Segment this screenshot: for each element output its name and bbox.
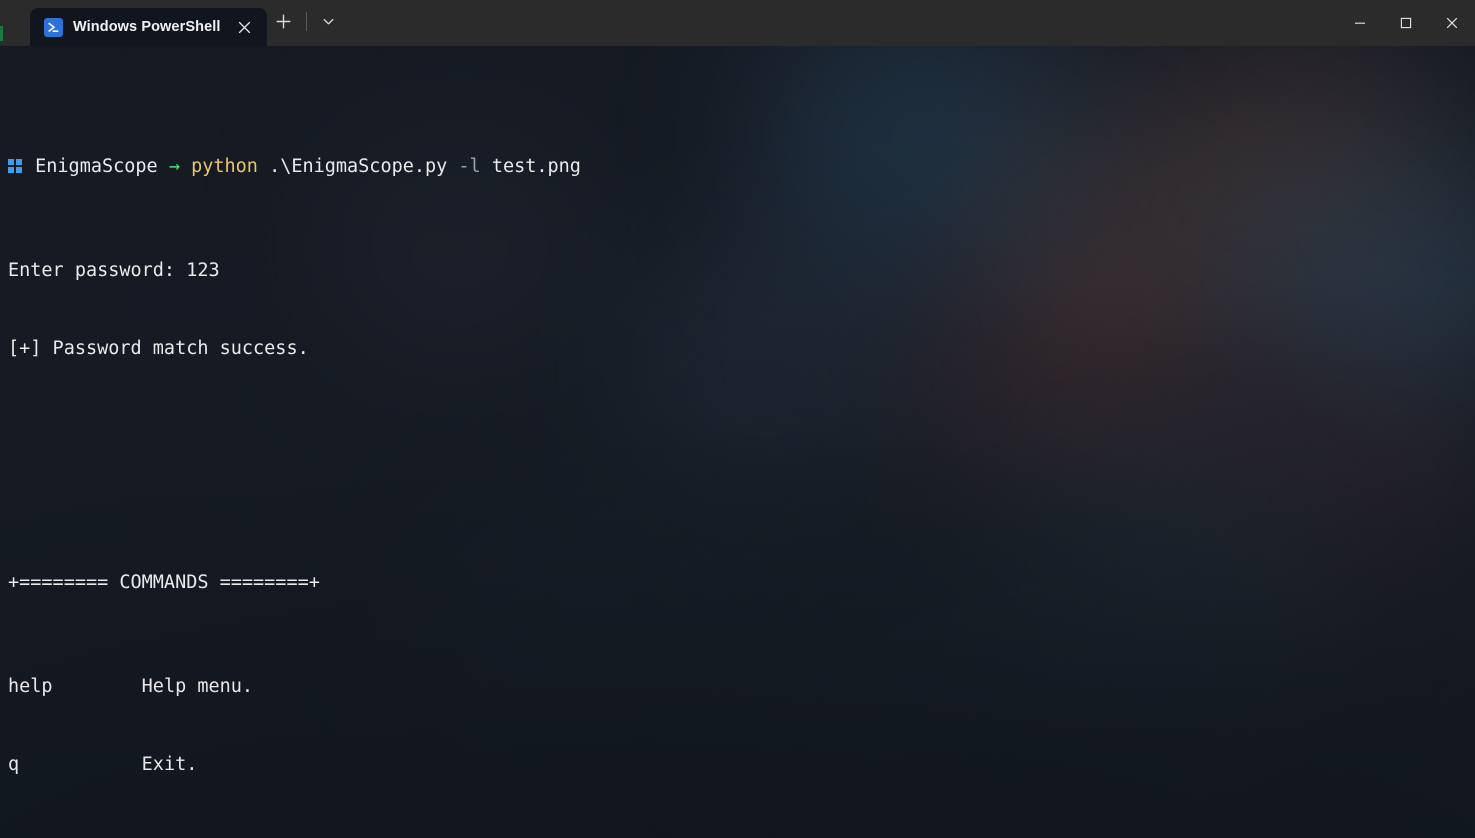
- command-name: help: [8, 676, 53, 697]
- window-edge-accent: [0, 26, 3, 41]
- prompt-arrow-icon: →: [168, 156, 180, 177]
- prompt-directory: EnigmaScope: [35, 156, 158, 177]
- powershell-window: Windows PowerShell EnigmaScope → python …: [0, 0, 1475, 838]
- title-bar: Windows PowerShell: [0, 0, 1475, 46]
- terminal-output: EnigmaScope → python .\EnigmaScope.py -l…: [0, 46, 1475, 838]
- toolbar-divider: [305, 11, 307, 31]
- command-desc: Exit.: [141, 754, 198, 775]
- terminal-surface[interactable]: EnigmaScope → python .\EnigmaScope.py -l…: [0, 46, 1475, 838]
- powershell-icon: [44, 17, 63, 37]
- close-tab-icon[interactable]: [231, 13, 259, 41]
- command-desc: Help menu.: [141, 676, 254, 697]
- tab-strip: Windows PowerShell: [0, 0, 346, 46]
- command-row-q: q Exit.: [8, 752, 1475, 778]
- command-name: q: [8, 754, 20, 775]
- command-script: .\EnigmaScope.py: [269, 156, 448, 177]
- tab-windows-powershell[interactable]: Windows PowerShell: [30, 8, 267, 46]
- command-argument: test.png: [491, 156, 581, 177]
- prompt-command-line: EnigmaScope → python .\EnigmaScope.py -l…: [8, 154, 1475, 180]
- command-flag: -l: [458, 156, 481, 177]
- password-result-line: [+] Password match success.: [8, 338, 309, 359]
- minimize-icon[interactable]: [1337, 0, 1383, 46]
- close-window-icon[interactable]: [1429, 0, 1475, 46]
- maximize-icon[interactable]: [1383, 0, 1429, 46]
- command-executable: python: [191, 156, 258, 177]
- command-row-help: help Help menu.: [8, 674, 1475, 700]
- tab-title: Windows PowerShell: [73, 19, 221, 35]
- tab-controls: [267, 0, 346, 46]
- password-prompt-line: Enter password: 123: [8, 260, 220, 281]
- chevron-down-icon[interactable]: [312, 4, 346, 38]
- new-tab-icon[interactable]: [267, 4, 301, 38]
- windows-logo-icon: [8, 159, 22, 173]
- window-caption-buttons: [1337, 0, 1475, 46]
- commands-header: +======== COMMANDS ========+: [8, 572, 320, 593]
